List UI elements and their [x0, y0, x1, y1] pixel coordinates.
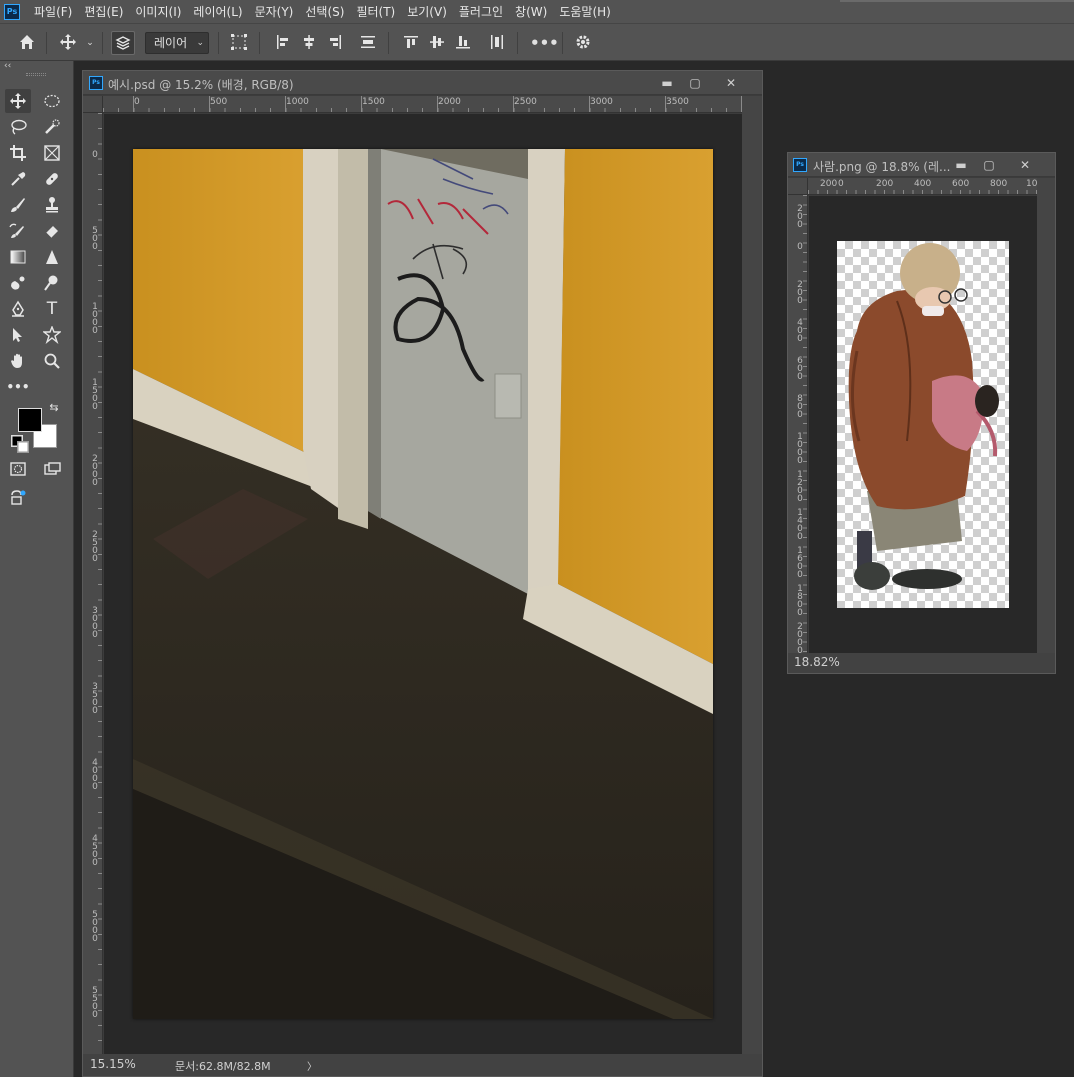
menu-edit[interactable]: 편집(E)	[78, 3, 129, 20]
document-title-2: 사람.png @ 18.8% (레...	[813, 160, 951, 174]
blur-tool[interactable]	[39, 245, 65, 269]
menu-bar: Ps 파일(F) 편집(E) 이미지(I) 레이어(L) 문자(Y) 선택(S)…	[0, 0, 1074, 23]
restore-button[interactable]: ▢	[684, 73, 706, 93]
align-left-icon[interactable]	[273, 33, 293, 53]
title-bar-edge	[840, 0, 1074, 2]
distribute-v-icon[interactable]	[487, 33, 507, 53]
quick-mask-icon[interactable]	[5, 457, 31, 481]
document-tab[interactable]: Ps 예시.psd @ 15.2% (배경, RGB/8) ▬ ▢ ✕	[83, 71, 762, 95]
dodge-tool[interactable]	[5, 271, 31, 295]
document-image	[133, 149, 713, 1019]
horizontal-ruler-2[interactable]: 200 0 200 400 600 800 10	[808, 178, 1037, 195]
document-title: 예시.psd @ 15.2% (배경, RGB/8)	[108, 78, 294, 92]
menu-image[interactable]: 이미지(I)	[129, 3, 187, 20]
document-ps-icon: Ps	[89, 76, 103, 90]
options-bar: ⌄ 레이어 ⌄ •••	[0, 23, 1074, 61]
align-bottom-icon[interactable]	[453, 33, 473, 53]
path-select-tool[interactable]	[5, 323, 31, 347]
ruler-origin[interactable]	[788, 178, 808, 195]
custom-shape-tool[interactable]	[39, 323, 65, 347]
burn-tool[interactable]	[39, 271, 65, 295]
zoom-tool[interactable]	[39, 349, 65, 373]
layer-stack-icon[interactable]	[111, 31, 135, 55]
close-button[interactable]: ✕	[720, 73, 742, 93]
brush-tool[interactable]	[5, 193, 31, 217]
move-icon[interactable]	[58, 33, 78, 53]
panel-grip[interactable]	[26, 73, 46, 76]
menu-window[interactable]: 창(W)	[509, 3, 553, 20]
zoom-level[interactable]: 15.15%	[90, 1057, 136, 1071]
vertical-ruler[interactable]: 0 500 1000 1500 2000 2500 3000 3500 4000…	[83, 113, 103, 1055]
lasso-tool[interactable]	[5, 115, 31, 139]
document-tab-2[interactable]: Ps 사람.png @ 18.8% (레... ▬ ▢ ✕	[788, 153, 1055, 177]
vertical-scrollbar-2[interactable]	[1037, 178, 1055, 653]
hand-tool[interactable]	[5, 349, 31, 373]
eraser-tool[interactable]	[39, 219, 65, 243]
chevron-down-icon[interactable]: ⌄	[80, 33, 100, 53]
align-vcenter-icon[interactable]	[427, 33, 447, 53]
more-tools[interactable]: •••	[5, 375, 31, 399]
canvas-area[interactable]	[104, 114, 742, 1055]
tools-panel: ‹‹ T ••• ⇆	[0, 61, 74, 1077]
restore-button[interactable]: ▢	[978, 155, 1000, 175]
history-brush-tool[interactable]	[5, 219, 31, 243]
crop-tool[interactable]	[5, 141, 31, 165]
menu-help[interactable]: 도움말(H)	[553, 3, 617, 20]
screen-mode-icon[interactable]	[39, 457, 65, 481]
horizontal-ruler[interactable]: 0 500 1000 1500 2000 2500 3000 3500	[103, 96, 742, 113]
gradient-tool[interactable]	[5, 245, 31, 269]
document-size-info: 문서:62.8M/82.8M	[175, 1060, 271, 1073]
vertical-scrollbar[interactable]	[742, 96, 762, 1055]
status-menu-arrow-icon[interactable]: 〉	[307, 1058, 317, 1073]
healing-brush-tool[interactable]	[39, 167, 65, 191]
menu-plugins[interactable]: 플러그인	[453, 3, 509, 20]
cutout-image	[837, 241, 1009, 608]
document-window-cutout[interactable]: Ps 사람.png @ 18.8% (레... ▬ ▢ ✕ 200 0 200 …	[787, 152, 1056, 674]
zoom-level-2[interactable]: 18.82%	[794, 655, 840, 669]
menu-select[interactable]: 선택(S)	[299, 3, 350, 20]
move-tool[interactable]	[5, 89, 31, 113]
photoshop-logo-icon: Ps	[4, 3, 20, 20]
ruler-origin[interactable]	[83, 96, 103, 113]
align-right-icon[interactable]	[325, 33, 345, 53]
minimize-button[interactable]: ▬	[950, 155, 972, 175]
align-top-icon[interactable]	[401, 33, 421, 53]
quick-select-tool[interactable]	[39, 115, 65, 139]
status-bar: 15.15% 문서:62.8M/82.8M 〉	[83, 1054, 762, 1076]
status-bar-2: 18.82%	[788, 653, 1055, 673]
swap-colors-icon[interactable]: ⇆	[45, 399, 63, 417]
vertical-ruler-2[interactable]: 200 0 200 400 600 800 1000 1200 1400 160…	[788, 195, 808, 653]
menu-filter[interactable]: 필터(T)	[350, 3, 401, 20]
clone-stamp-tool[interactable]	[39, 193, 65, 217]
frame-tool[interactable]	[39, 141, 65, 165]
menu-view[interactable]: 보기(V)	[401, 3, 453, 20]
ellipse-marquee-tool[interactable]	[39, 89, 65, 113]
collapse-panel-icon[interactable]: ‹‹	[4, 61, 11, 71]
menu-layer[interactable]: 레이어(L)	[187, 3, 248, 20]
menu-file[interactable]: 파일(F)	[28, 3, 78, 20]
document-ps-icon: Ps	[793, 158, 807, 172]
chevron-down-icon: ⌄	[196, 38, 204, 48]
settings-icon[interactable]	[573, 33, 593, 53]
default-colors-icon[interactable]	[11, 433, 29, 453]
auto-select-dropdown[interactable]: 레이어 ⌄	[145, 32, 209, 54]
share-icon[interactable]	[5, 485, 31, 509]
pen-tool[interactable]	[5, 297, 31, 321]
minimize-button[interactable]: ▬	[656, 73, 678, 93]
transform-controls-icon[interactable]	[229, 33, 249, 53]
canvas-area-2[interactable]	[809, 196, 1037, 653]
close-button[interactable]: ✕	[1014, 155, 1036, 175]
eyedropper-tool[interactable]	[5, 167, 31, 191]
distribute-icon[interactable]	[358, 33, 378, 53]
auto-select-value: 레이어	[154, 36, 188, 50]
foreground-color-swatch[interactable]	[18, 408, 42, 432]
align-hcenter-icon[interactable]	[299, 33, 319, 53]
menu-type[interactable]: 문자(Y)	[249, 3, 300, 20]
type-tool[interactable]: T	[39, 297, 65, 321]
document-window-main[interactable]: Ps 예시.psd @ 15.2% (배경, RGB/8) ▬ ▢ ✕ 0 50…	[82, 70, 763, 1077]
more-icon[interactable]: •••	[530, 33, 559, 53]
home-icon[interactable]	[17, 33, 37, 53]
